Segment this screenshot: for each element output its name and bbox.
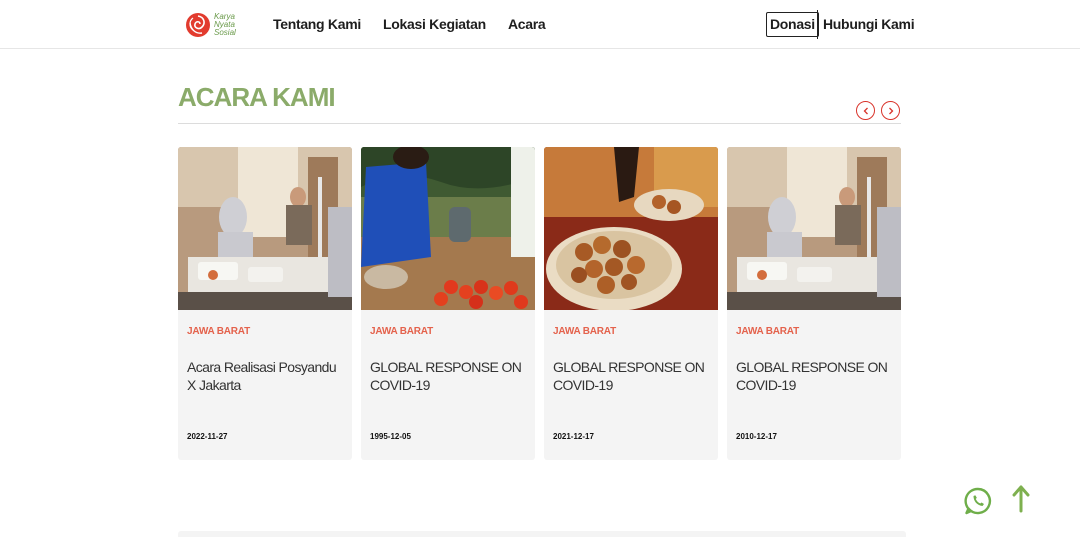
section-divider (178, 123, 901, 124)
section-title: ACARA KAMI (178, 82, 336, 112)
event-title[interactable]: GLOBAL RESPONSE ON COVID-19 (370, 358, 530, 394)
event-card[interactable]: JAWA BARAT GLOBAL RESPONSE ON COVID-19 2… (727, 147, 901, 460)
brand-name-line: Sosial (214, 28, 236, 37)
event-region: JAWA BARAT (370, 326, 434, 337)
event-region: JAWA BARAT (736, 326, 800, 337)
event-title[interactable]: Acara Realisasi Posyandu X Jakarta (187, 358, 347, 394)
nav-item-acara[interactable]: Acara (508, 16, 546, 32)
footer-edge (178, 531, 906, 537)
header-divider (817, 10, 818, 39)
rose-logo-icon (186, 13, 210, 37)
event-image-volunteers (178, 147, 352, 310)
event-card[interactable]: JAWA BARAT GLOBAL RESPONSE ON COVID-19 1… (361, 147, 535, 460)
nav-item-lokasi-kegiatan[interactable]: Lokasi Kegiatan (383, 16, 486, 32)
event-date: 2021-12-17 (553, 432, 594, 441)
event-region: JAWA BARAT (187, 326, 251, 337)
contact-button[interactable]: Hubungi Kami (823, 16, 915, 32)
chevron-left-icon (863, 107, 868, 114)
scroll-to-top-button[interactable] (1011, 485, 1031, 513)
donate-button[interactable]: Donasi (766, 12, 819, 37)
event-image-food-bowl (544, 147, 718, 310)
brand-name: Karya Nyata Sosial (214, 13, 236, 37)
whatsapp-icon (964, 487, 992, 515)
event-date: 1995-12-05 (370, 432, 411, 441)
site-header: Karya Nyata Sosial Tentang Kami Lokasi K… (0, 0, 1080, 49)
chevron-right-icon (888, 107, 893, 114)
event-region: JAWA BARAT (553, 326, 617, 337)
whatsapp-button[interactable] (963, 486, 993, 516)
event-date: 2022-11-27 (187, 432, 228, 441)
brand-logo[interactable]: Karya Nyata Sosial (184, 10, 240, 40)
event-card[interactable]: JAWA BARAT GLOBAL RESPONSE ON COVID-19 2… (544, 147, 718, 460)
carousel-prev-button[interactable] (856, 101, 875, 120)
event-image-volunteers (727, 147, 901, 310)
event-title[interactable]: GLOBAL RESPONSE ON COVID-19 (736, 358, 896, 394)
nav-item-tentang-kami[interactable]: Tentang Kami (273, 16, 361, 32)
event-card[interactable]: JAWA BARAT Acara Realisasi Posyandu X Ja… (178, 147, 352, 460)
arrow-up-icon (1012, 485, 1030, 513)
event-title[interactable]: GLOBAL RESPONSE ON COVID-19 (553, 358, 713, 394)
event-date: 2010-12-17 (736, 432, 777, 441)
event-image-market (361, 147, 535, 310)
carousel-next-button[interactable] (881, 101, 900, 120)
